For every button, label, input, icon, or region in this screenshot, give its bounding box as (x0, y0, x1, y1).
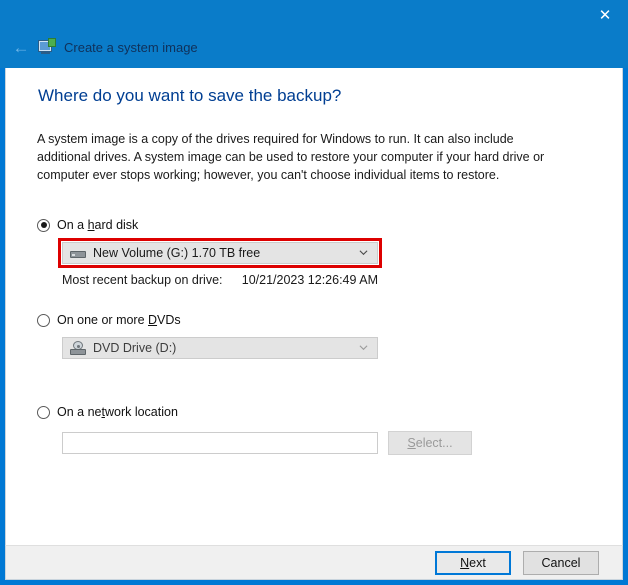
radio-row-hard-disk[interactable]: On a hard disk (37, 216, 378, 234)
most-recent-backup-value: 10/21/2023 12:26:49 AM (242, 273, 378, 287)
back-arrow-icon[interactable]: ← (6, 39, 36, 56)
page-title: Where do you want to save the backup? (38, 86, 341, 106)
hard-disk-combo-wrap: New Volume (G:) 1.70 TB free (62, 242, 378, 264)
dvd-drive-icon (70, 341, 86, 355)
radio-row-network[interactable]: On a network location (37, 403, 472, 421)
option-dvd: On one or more DVDs DVD Drive (D:) (37, 311, 378, 359)
cancel-button[interactable]: Cancel (523, 551, 599, 575)
hard-disk-combo-value: New Volume (G:) 1.70 TB free (93, 246, 260, 260)
nav-row: ← Create a system image (0, 32, 198, 62)
network-row: Select... (62, 431, 472, 455)
radio-dvd[interactable] (37, 314, 50, 327)
title-bar: ✕ ← Create a system image (0, 0, 628, 68)
close-icon[interactable]: ✕ (582, 0, 628, 30)
option-hard-disk: On a hard disk New Volume (G:) 1.70 TB f… (37, 216, 378, 289)
dvd-combo-wrap: DVD Drive (D:) (62, 337, 378, 359)
next-button[interactable]: Next (435, 551, 511, 575)
network-location-input[interactable] (62, 432, 378, 454)
page-description: A system image is a copy of the drives r… (37, 130, 560, 184)
most-recent-backup-label: Most recent backup on drive: (62, 273, 223, 287)
dvd-combobox[interactable]: DVD Drive (D:) (62, 337, 378, 359)
hard-drive-icon (70, 247, 86, 259)
radio-row-dvd[interactable]: On one or more DVDs (37, 311, 378, 329)
chevron-down-icon (359, 248, 368, 257)
system-image-icon (38, 38, 56, 56)
dvd-combo-value: DVD Drive (D:) (93, 341, 176, 355)
content-panel: Where do you want to save the backup? A … (5, 68, 623, 580)
hard-disk-combobox[interactable]: New Volume (G:) 1.70 TB free (62, 242, 378, 264)
window-title: Create a system image (64, 40, 198, 55)
create-system-image-window: ✕ ← Create a system image Where do you w… (0, 0, 628, 585)
chevron-down-icon (359, 343, 368, 352)
radio-hard-disk[interactable] (37, 219, 50, 232)
radio-network[interactable] (37, 406, 50, 419)
most-recent-backup-row: Most recent backup on drive: 10/21/2023 … (62, 273, 378, 289)
select-button[interactable]: Select... (388, 431, 472, 455)
radio-label-hard-disk: On a hard disk (57, 218, 138, 232)
radio-label-dvd: On one or more DVDs (57, 313, 181, 327)
radio-label-network: On a network location (57, 405, 178, 419)
dialog-footer: Next Cancel (5, 545, 623, 580)
option-network: On a network location Select... (37, 403, 472, 455)
